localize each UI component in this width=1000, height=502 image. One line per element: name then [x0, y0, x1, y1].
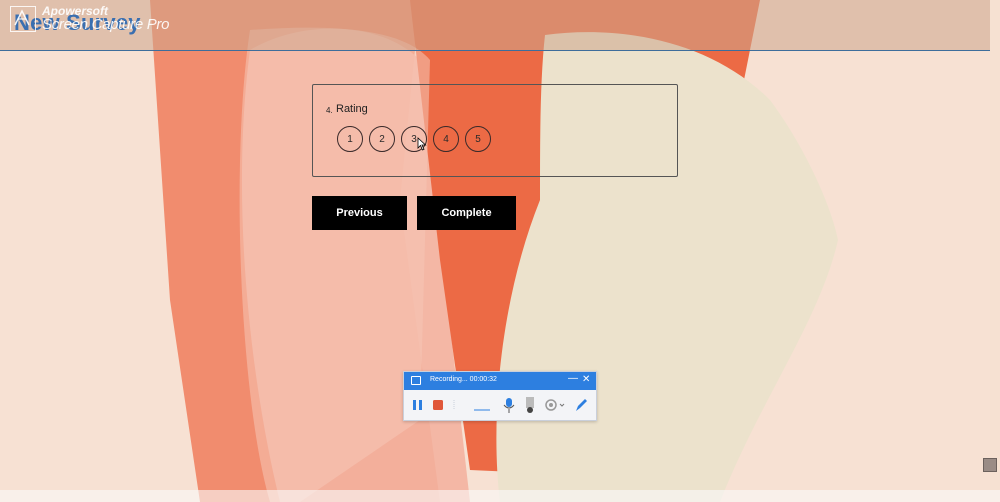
pen-icon[interactable]: [573, 396, 589, 414]
settings-icon[interactable]: [543, 396, 565, 414]
recorder-watermark: Apowersoft Screen Capture Pro: [10, 4, 185, 34]
watermark-logo-icon: [10, 6, 36, 32]
background-shapes: [0, 0, 1000, 502]
recording-status: Recording... 00:00:32: [430, 376, 497, 383]
rating-option-2[interactable]: 2: [369, 126, 395, 152]
stop-icon[interactable]: [430, 396, 446, 414]
rating-option-5[interactable]: 5: [465, 126, 491, 152]
rating-question: 4. Rating 1 2 3 4 5: [312, 84, 678, 177]
recorder-titlebar: Recording... 00:00:32 — ✕: [404, 372, 596, 390]
rating-option-1[interactable]: 1: [337, 126, 363, 152]
watermark-product: Screen Capture Pro: [42, 16, 170, 33]
resize-corner-icon[interactable]: [983, 458, 997, 472]
minimize-button[interactable]: —: [568, 373, 578, 384]
microphone-icon[interactable]: [501, 396, 517, 414]
question-title: Rating: [336, 103, 368, 115]
rating-option-4[interactable]: 4: [433, 126, 459, 152]
complete-button[interactable]: Complete: [417, 196, 516, 230]
previous-button[interactable]: Previous: [312, 196, 407, 230]
survey-header: New Survey Apowersoft Screen Capture Pro: [0, 0, 990, 51]
screen-recorder-toolbar: Recording... 00:00:32 — ✕: [403, 371, 597, 421]
bottom-bar: [0, 490, 1000, 502]
question-number: 4.: [326, 106, 333, 115]
webcam-icon[interactable]: [522, 396, 538, 414]
close-button[interactable]: ✕: [582, 374, 590, 385]
mouse-cursor-icon: [417, 137, 427, 151]
window-right-edge: [990, 0, 1000, 490]
pause-icon[interactable]: [410, 396, 426, 414]
volume-level: [452, 396, 492, 414]
recorder-app-icon: [411, 376, 421, 385]
